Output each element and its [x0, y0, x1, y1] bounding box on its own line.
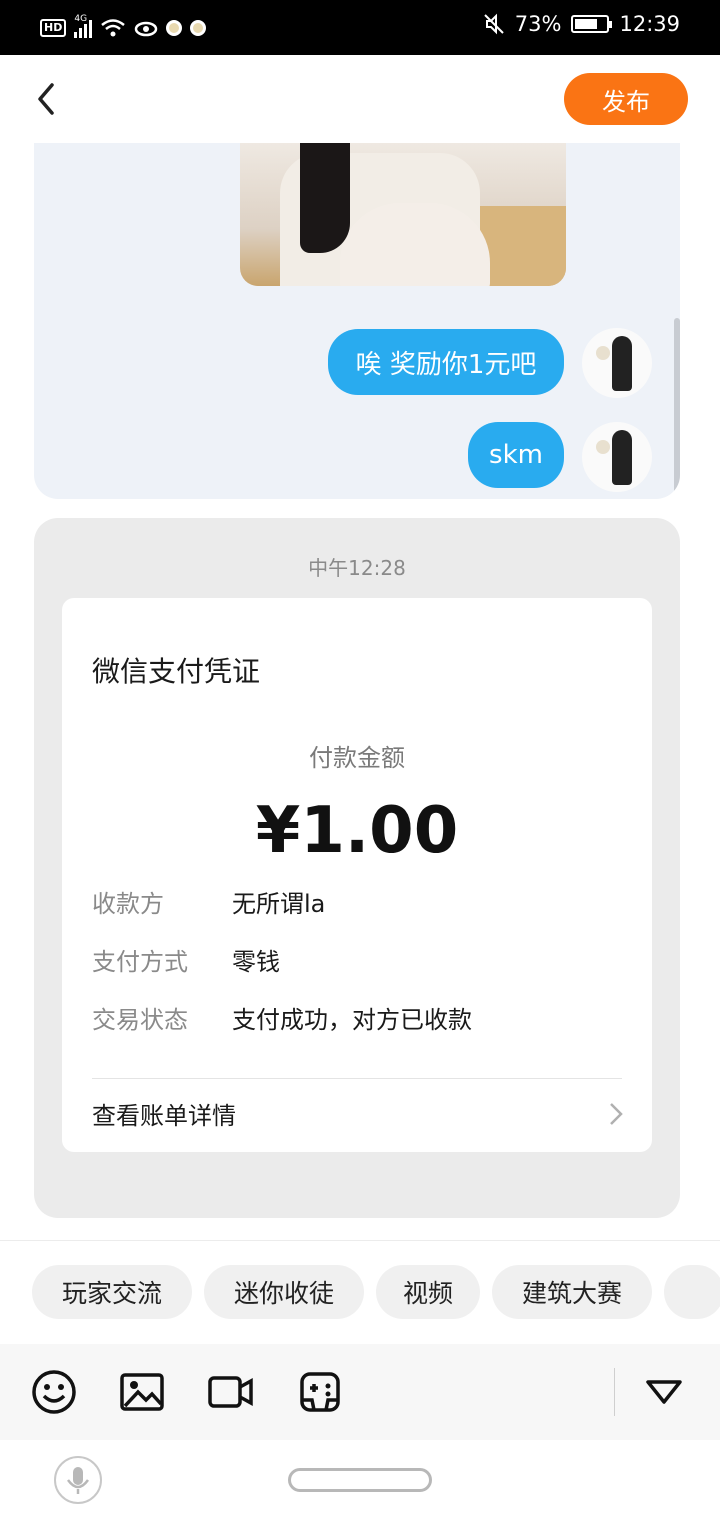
row-key: 支付方式	[92, 948, 188, 976]
row-value: 零钱	[232, 948, 280, 976]
topic-chip[interactable]: 建筑大赛	[492, 1265, 652, 1319]
emoji-icon[interactable]	[30, 1368, 78, 1416]
avatar-figure	[612, 430, 632, 485]
eye-icon	[135, 21, 158, 37]
view-details-link: 查看账单详情	[92, 1102, 236, 1130]
network-type-label: 4G	[74, 14, 88, 24]
compose-toolbar	[0, 1344, 720, 1440]
payment-voucher: 微信支付凭证 付款金额 ¥1.00 收款方 无所谓la 支付方式 零钱 交易状态…	[62, 598, 652, 1152]
toolbar-divider	[614, 1368, 615, 1416]
avatar	[582, 422, 652, 492]
hd-badge: HD	[40, 19, 67, 37]
chevron-right-icon	[610, 1103, 623, 1125]
system-nav-bar	[0, 1440, 720, 1520]
publish-button[interactable]: 发布	[564, 73, 688, 125]
notification-app-icon	[166, 20, 183, 36]
amount-label: 付款金额	[309, 744, 405, 772]
status-bar: HD 4G 73% 12:39	[0, 0, 720, 55]
avatar-figure	[612, 336, 632, 391]
divider	[92, 1078, 622, 1079]
cellular-signal-icon: 4G	[74, 14, 93, 38]
wifi-icon	[101, 19, 126, 37]
row-value: 支付成功，对方已收款	[232, 1006, 472, 1034]
battery-fill	[575, 19, 598, 29]
photo-message	[240, 143, 566, 286]
payment-screenshot-image: 中午12:28 微信支付凭证 付款金额 ¥1.00 收款方 无所谓la 支付方式…	[34, 518, 680, 1218]
microphone-icon[interactable]	[54, 1456, 102, 1504]
avatar-flower	[596, 440, 610, 454]
video-icon[interactable]	[206, 1368, 254, 1416]
payment-method-row: 支付方式 零钱	[92, 942, 280, 977]
top-bar: 发布	[0, 55, 720, 143]
clock: 12:39	[619, 12, 680, 36]
topic-chip[interactable]: 玩家交流	[32, 1265, 192, 1319]
image-icon[interactable]	[118, 1368, 166, 1416]
status-row: 交易状态 支付成功，对方已收款	[92, 1000, 472, 1035]
topic-chip[interactable]: 视频	[376, 1265, 480, 1319]
notification-app-icon	[190, 20, 207, 36]
topic-chip[interactable]: 迷你收徒	[204, 1265, 364, 1319]
back-arrow-icon[interactable]	[28, 79, 68, 119]
voucher-title: 微信支付凭证	[92, 655, 261, 688]
scrollbar	[674, 318, 680, 493]
chat-bubble: 唉 奖励你1元吧	[328, 329, 564, 395]
mute-icon	[484, 13, 504, 35]
row-key: 交易状态	[92, 1006, 188, 1034]
row-key: 收款方	[92, 890, 164, 918]
photo-subject-hair	[300, 143, 350, 253]
payee-row: 收款方 无所谓la	[92, 884, 325, 919]
row-value: 无所谓la	[232, 890, 326, 918]
battery-icon	[571, 15, 613, 33]
chat-screenshot-image: 唉 奖励你1元吧 skm	[34, 143, 680, 499]
home-indicator[interactable]	[288, 1468, 432, 1492]
avatar-flower	[596, 346, 610, 360]
avatar	[582, 328, 652, 398]
chat-bubble: skm	[468, 422, 564, 488]
topic-chip-bar: 玩家交流 迷你收徒 视频 建筑大赛	[0, 1240, 720, 1344]
gamepad-icon[interactable]	[296, 1368, 344, 1416]
topic-chip-partial[interactable]	[664, 1265, 720, 1319]
photo-subject-arm	[340, 203, 490, 286]
message-timestamp: 中午12:28	[308, 556, 406, 580]
battery-percent: 73%	[514, 12, 562, 36]
collapse-triangle-icon[interactable]	[640, 1368, 688, 1416]
amount-value: ¥1.00	[255, 794, 459, 868]
